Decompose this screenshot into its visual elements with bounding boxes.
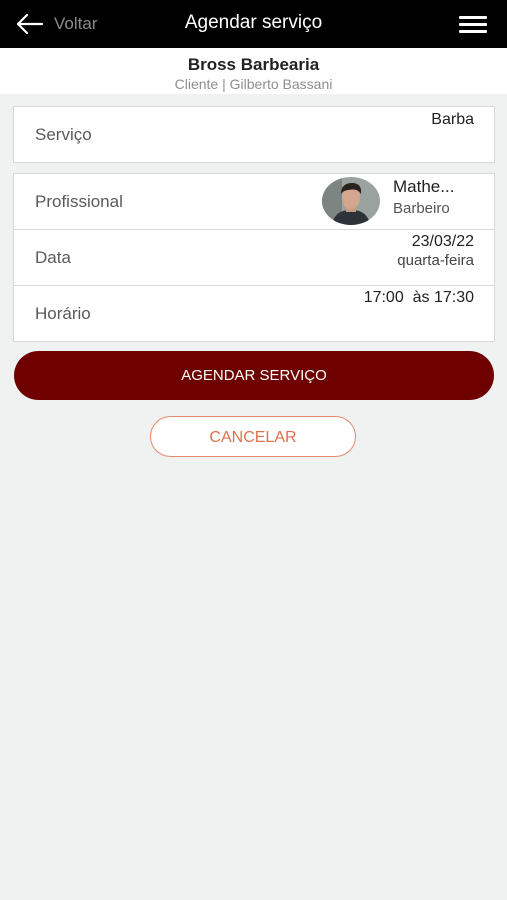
- schedule-service-button[interactable]: AGENDAR SERVIÇO: [14, 351, 494, 400]
- time-value: 17:00 às 17:30: [363, 289, 474, 306]
- date-weekday: quarta-feira: [397, 252, 474, 269]
- date-row[interactable]: Data 23/03/22 quarta-feira: [14, 230, 494, 286]
- hamburger-menu-icon[interactable]: [459, 14, 487, 34]
- service-value: Barba: [431, 111, 474, 128]
- professional-avatar[interactable]: [322, 177, 380, 225]
- page-title: Agendar serviço: [184, 12, 323, 33]
- time-row[interactable]: Horário 17:00 às 17:30: [14, 286, 494, 341]
- service-row[interactable]: Serviço Barba: [14, 107, 494, 162]
- shop-header: Bross Barbearia Cliente | Gilberto Bassa…: [0, 48, 507, 94]
- service-label: Serviço: [35, 125, 92, 144]
- professional-info: Mathe... Barbeiro: [393, 177, 454, 217]
- cancel-button[interactable]: CANCELAR: [150, 416, 356, 457]
- professional-label: Profissional: [35, 192, 123, 211]
- shop-name: Bross Barbearia: [187, 55, 320, 74]
- professional-role: Barbeiro: [393, 200, 450, 217]
- details-card: Profissional Mathe... Barbeiro Data 23/0…: [13, 173, 495, 342]
- professional-name: Mathe...: [393, 177, 455, 196]
- date-label: Data: [35, 248, 71, 267]
- client-subtitle: Cliente | Gilberto Bassani: [174, 76, 333, 92]
- service-card[interactable]: Serviço Barba: [13, 106, 495, 163]
- date-value-group: 23/03/22 quarta-feira: [397, 233, 474, 269]
- date-value: 23/03/22: [411, 233, 474, 250]
- time-label: Horário: [35, 304, 91, 323]
- professional-row[interactable]: Profissional Mathe... Barbeiro: [14, 174, 494, 230]
- top-bar: Voltar Agendar serviço: [0, 0, 507, 48]
